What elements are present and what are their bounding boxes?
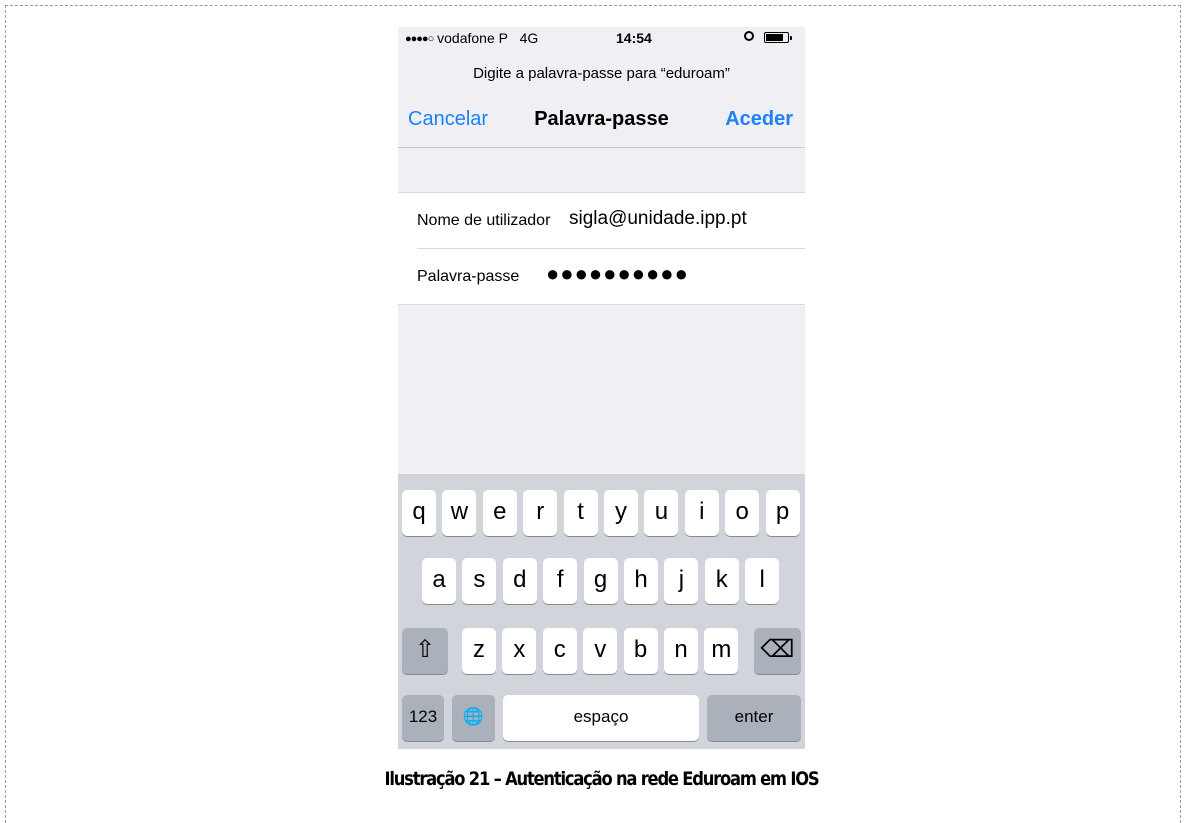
battery-icon <box>764 32 792 43</box>
key-n[interactable]: n <box>664 628 698 674</box>
backspace-key[interactable]: ⌫ <box>754 628 801 674</box>
key-e[interactable]: e <box>482 490 517 536</box>
key-p[interactable]: p <box>765 490 800 536</box>
key-r[interactable]: r <box>523 490 558 536</box>
password-label: Palavra-passe <box>417 268 520 285</box>
figure-caption: Ilustração 21 – Autenticação na rede Edu… <box>384 768 819 790</box>
key-j[interactable]: j <box>664 558 699 604</box>
on-screen-keyboard: ⇧ ⌫ 123 🌐 espaço enter qwertyuiop asdfghj… <box>398 474 805 749</box>
key-i[interactable]: i <box>684 490 719 536</box>
key-d[interactable]: d <box>502 558 537 604</box>
key-s[interactable]: s <box>462 558 497 604</box>
enter-key[interactable]: enter <box>707 695 801 741</box>
globe-key[interactable]: 🌐 <box>452 695 495 741</box>
globe-icon: 🌐 <box>462 707 485 726</box>
username-field[interactable]: sigla@unidade.ipp.pt <box>569 208 747 230</box>
key-f[interactable]: f <box>543 558 578 604</box>
key-h[interactable]: h <box>624 558 658 604</box>
key-g[interactable]: g <box>583 558 618 604</box>
space-key[interactable]: espaço <box>503 695 699 741</box>
key-w[interactable]: w <box>442 490 477 536</box>
shift-key[interactable]: ⇧ <box>402 628 448 674</box>
status-bar: ●●●●○ vodafone P 4G 14:54 <box>398 27 805 49</box>
password-prompt: Digite a palavra-passe para “eduroam” <box>473 65 730 82</box>
signal-strength-icon: ●●●●○ <box>405 33 434 45</box>
key-c[interactable]: c <box>542 628 577 674</box>
join-button[interactable]: Aceder <box>725 108 793 131</box>
key-o[interactable]: o <box>725 490 760 536</box>
key-k[interactable]: k <box>704 558 739 604</box>
credentials-form: Nome de utilizador sigla@unidade.ipp.pt … <box>398 192 805 305</box>
key-y[interactable]: y <box>604 490 638 536</box>
key-v[interactable]: v <box>583 628 618 674</box>
carrier-info: ●●●●○ vodafone P 4G <box>405 30 538 46</box>
navigation-bar: Cancelar Palavra-passe Aceder <box>398 106 805 146</box>
nav-divider <box>398 147 805 148</box>
key-x[interactable]: x <box>502 628 537 674</box>
password-row[interactable]: Palavra-passe ●●●●●●●●●● <box>398 249 805 304</box>
key-l[interactable]: l <box>745 558 780 604</box>
key-u[interactable]: u <box>644 490 679 536</box>
carrier-name: vodafone P <box>437 30 508 46</box>
backspace-icon: ⌫ <box>760 636 795 663</box>
key-z[interactable]: z <box>462 628 496 674</box>
username-label: Nome de utilizador <box>417 212 551 229</box>
numbers-key[interactable]: 123 <box>402 695 444 741</box>
clock-time: 14:54 <box>616 30 652 46</box>
password-field[interactable]: ●●●●●●●●●● <box>546 261 689 287</box>
phone-screen: ●●●●○ vodafone P 4G 14:54 Digite a palav… <box>398 27 805 749</box>
username-row[interactable]: Nome de utilizador sigla@unidade.ipp.pt <box>398 193 805 249</box>
cancel-button[interactable]: Cancelar <box>408 108 488 131</box>
key-b[interactable]: b <box>623 628 658 674</box>
key-m[interactable]: m <box>704 628 739 674</box>
key-t[interactable]: t <box>563 490 598 536</box>
key-a[interactable]: a <box>422 558 456 604</box>
key-q[interactable]: q <box>402 490 436 536</box>
shift-icon: ⇧ <box>414 636 436 663</box>
network-type: 4G <box>519 30 539 46</box>
alarm-icon <box>744 31 754 41</box>
